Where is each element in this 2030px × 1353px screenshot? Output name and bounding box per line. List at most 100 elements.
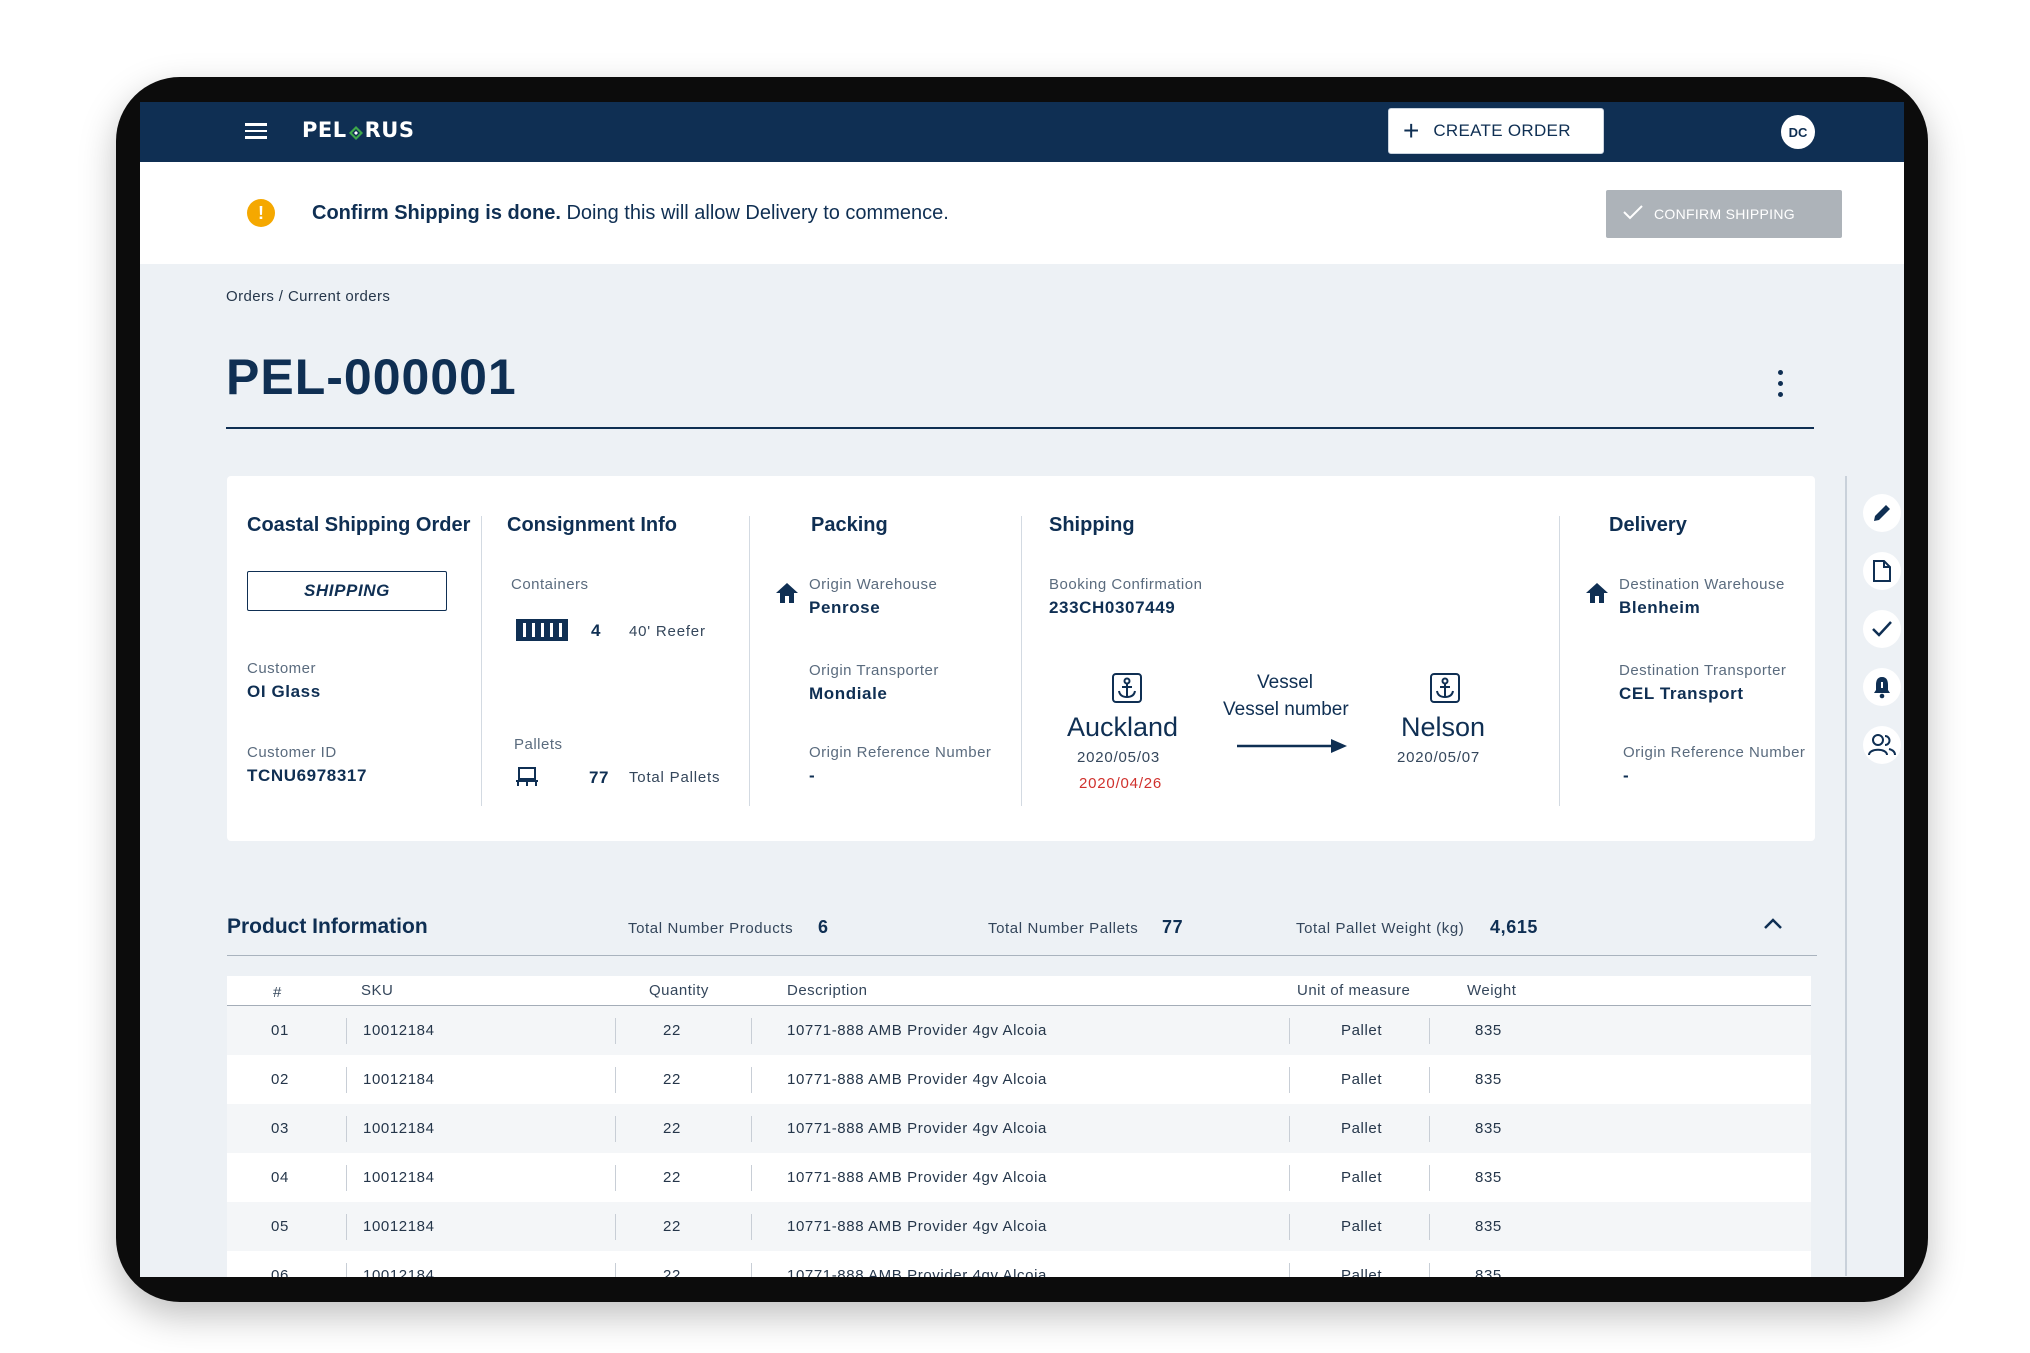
- column-header-unit[interactable]: Unit of measure: [1297, 982, 1410, 999]
- cell-weight: 835: [1475, 1218, 1502, 1235]
- containers-type: 40' Reefer: [629, 623, 706, 640]
- cell-separator: [1429, 1263, 1430, 1277]
- cell-number: 03: [271, 1120, 289, 1137]
- column-header-sku[interactable]: SKU: [361, 982, 393, 999]
- customer-value: OI Glass: [247, 682, 321, 701]
- check-icon[interactable]: [1863, 610, 1901, 648]
- booking-label: Booking Confirmation: [1049, 576, 1203, 593]
- total-weight-value: 4,615: [1490, 917, 1539, 937]
- destination-port-icon: [1429, 672, 1461, 709]
- cell-separator: [346, 1165, 347, 1191]
- table-row[interactable]: 05 10012184 22 10771-888 AMB Provider 4g…: [227, 1202, 1811, 1251]
- origin-transporter-label: Origin Transporter: [809, 662, 939, 679]
- checkmark-icon: [1622, 204, 1644, 225]
- shipping-notice: ! Confirm Shipping is done. Doing this w…: [140, 162, 1904, 264]
- notice-body-text: Doing this will allow Delivery to commen…: [560, 202, 949, 224]
- cell-separator: [615, 1263, 616, 1277]
- cell-separator: [1429, 1067, 1430, 1093]
- column-header-number[interactable]: #: [273, 984, 282, 1001]
- origin-transporter-value: Mondiale: [809, 684, 888, 703]
- table-row[interactable]: 04 10012184 22 10771-888 AMB Provider 4g…: [227, 1153, 1811, 1202]
- cell-sku: 10012184: [363, 1022, 435, 1039]
- confirm-shipping-button[interactable]: CONFIRM SHIPPING: [1606, 190, 1842, 238]
- table-row[interactable]: 03 10012184 22 10771-888 AMB Provider 4g…: [227, 1104, 1811, 1153]
- consignment-title: Consignment Info: [507, 514, 677, 536]
- table-row[interactable]: 01 10012184 22 10771-888 AMB Provider 4g…: [227, 1006, 1811, 1055]
- chevron-up-icon[interactable]: [1762, 916, 1784, 932]
- app-screen: PEL RUS + CREATE ORDER DC ! Confirm Ship…: [140, 102, 1904, 1277]
- cell-weight: 835: [1475, 1169, 1502, 1186]
- origin-warehouse-value: Penrose: [809, 598, 881, 617]
- cell-separator: [1289, 1116, 1290, 1142]
- cell-sku: 10012184: [363, 1218, 435, 1235]
- order-summary-card: Coastal Shipping Order SHIPPING Customer…: [227, 476, 1815, 841]
- cell-separator: [1289, 1214, 1290, 1240]
- page-title: PEL-000001: [226, 349, 517, 405]
- cell-separator: [751, 1116, 752, 1142]
- document-icon[interactable]: [1863, 552, 1901, 590]
- menu-icon[interactable]: [245, 120, 267, 142]
- cell-separator: [1289, 1067, 1290, 1093]
- create-order-button[interactable]: + CREATE ORDER: [1388, 108, 1604, 154]
- table-row[interactable]: 06 10012184 22 10771-888 AMB Provider 4g…: [227, 1251, 1811, 1277]
- cell-separator: [346, 1067, 347, 1093]
- warehouse-icon: [775, 582, 799, 609]
- more-options-icon[interactable]: [1768, 370, 1792, 406]
- cell-separator: [1289, 1263, 1290, 1277]
- customer-id-label: Customer ID: [247, 744, 337, 761]
- booking-value: 233CH0307449: [1049, 598, 1176, 617]
- section-divider: [1559, 516, 1560, 806]
- cell-quantity: 22: [663, 1267, 681, 1277]
- cell-description: 10771-888 AMB Provider 4gv Alcoia: [787, 1267, 1047, 1277]
- cell-separator: [346, 1018, 347, 1044]
- confirm-shipping-label: CONFIRM SHIPPING: [1654, 206, 1795, 222]
- cell-separator: [751, 1214, 752, 1240]
- origin-ref-label: Origin Reference Number: [809, 744, 992, 761]
- cell-description: 10771-888 AMB Provider 4gv Alcoia: [787, 1218, 1047, 1235]
- cell-quantity: 22: [663, 1169, 681, 1186]
- pencil-icon[interactable]: [1863, 494, 1901, 532]
- table-row[interactable]: 02 10012184 22 10771-888 AMB Provider 4g…: [227, 1055, 1811, 1104]
- cell-separator: [751, 1018, 752, 1044]
- cell-separator: [615, 1018, 616, 1044]
- column-header-description[interactable]: Description: [787, 982, 868, 999]
- dest-warehouse-label: Destination Warehouse: [1619, 576, 1785, 593]
- status-badge: SHIPPING: [247, 571, 447, 611]
- cell-separator: [615, 1214, 616, 1240]
- column-header-weight[interactable]: Weight: [1467, 982, 1516, 999]
- cell-separator: [1289, 1018, 1290, 1044]
- notice-text: Confirm Shipping is done. Doing this wil…: [312, 202, 949, 225]
- cell-sku: 10012184: [363, 1071, 435, 1088]
- destination-city: Nelson: [1401, 712, 1486, 742]
- customer-label: Customer: [247, 660, 317, 677]
- users-icon[interactable]: [1863, 726, 1901, 764]
- cell-separator: [346, 1214, 347, 1240]
- pallets-text: Total Pallets: [629, 769, 721, 786]
- cell-separator: [1429, 1165, 1430, 1191]
- section-divider: [481, 516, 482, 806]
- breadcrumb[interactable]: Orders / Current orders: [226, 288, 390, 305]
- cell-description: 10771-888 AMB Provider 4gv Alcoia: [787, 1120, 1047, 1137]
- app-logo[interactable]: PEL RUS: [302, 118, 414, 142]
- cell-unit: Pallet: [1341, 1267, 1383, 1277]
- section-divider: [749, 516, 750, 806]
- column-header-quantity[interactable]: Quantity: [649, 982, 709, 999]
- product-info-divider: [227, 955, 1817, 956]
- logo-mark-icon: [348, 122, 364, 140]
- title-divider: [226, 427, 1814, 429]
- cell-separator: [615, 1116, 616, 1142]
- vessel-number: Vessel number: [1223, 699, 1349, 720]
- pallet-icon: [515, 766, 539, 793]
- cell-description: 10771-888 AMB Provider 4gv Alcoia: [787, 1169, 1047, 1186]
- product-table: # SKU Quantity Description Unit of measu…: [227, 976, 1811, 1277]
- warning-icon: !: [247, 199, 275, 227]
- section-divider: [1021, 516, 1022, 806]
- origin-port-icon: [1111, 672, 1143, 709]
- bell-icon[interactable]: [1863, 668, 1901, 706]
- notice-bold-text: Confirm Shipping is done.: [312, 202, 561, 224]
- pallets-count: 77: [589, 768, 610, 787]
- cell-number: 04: [271, 1169, 289, 1186]
- table-header: # SKU Quantity Description Unit of measu…: [227, 976, 1811, 1006]
- containers-label: Containers: [511, 576, 589, 593]
- avatar[interactable]: DC: [1781, 115, 1815, 149]
